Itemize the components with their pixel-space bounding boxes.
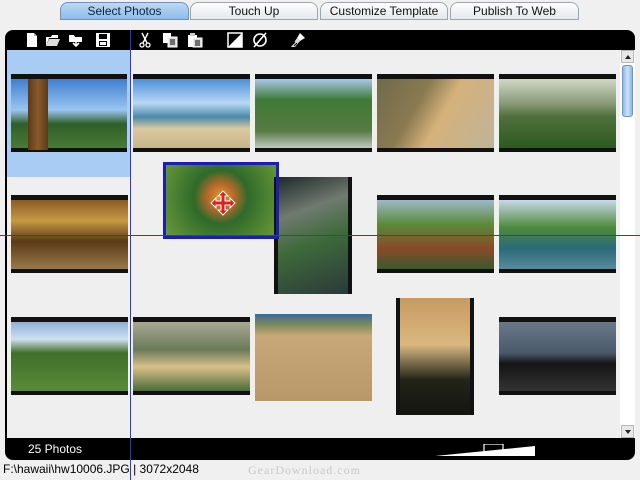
photo-thumbnail[interactable] xyxy=(499,74,616,152)
photo-thumbnail[interactable] xyxy=(11,317,128,395)
tab-publish-to-web[interactable]: Publish To Web xyxy=(450,2,579,20)
zoom-slider[interactable] xyxy=(435,443,535,457)
clear-icon[interactable] xyxy=(252,32,268,48)
move-cursor-icon xyxy=(210,190,236,216)
new-document-icon[interactable] xyxy=(24,32,40,48)
tab-select-photos[interactable]: Select Photos xyxy=(60,2,189,20)
vertical-guide-line xyxy=(130,30,131,480)
photo-thumbnail[interactable] xyxy=(11,195,128,273)
vertical-scrollbar[interactable] xyxy=(620,50,635,438)
bottom-bar: 25 Photos xyxy=(5,439,635,460)
scroll-up-button[interactable] xyxy=(621,50,634,63)
tiki-statue xyxy=(28,79,48,150)
horizontal-guide-line xyxy=(0,235,640,236)
tab-customize-template[interactable]: Customize Template xyxy=(320,2,448,20)
tab-bar: Select Photos Touch Up Customize Templat… xyxy=(0,0,640,22)
contrast-icon[interactable] xyxy=(227,32,243,48)
photo-thumbnail[interactable] xyxy=(133,74,250,152)
photo-thumbnail[interactable] xyxy=(396,298,474,415)
photo-thumbnail[interactable] xyxy=(377,195,494,273)
photo-thumbnail[interactable] xyxy=(499,195,616,273)
toolbar xyxy=(5,30,635,50)
save-icon[interactable] xyxy=(95,32,111,48)
photo-thumbnail[interactable] xyxy=(377,74,494,152)
watermark: GearDownload.com xyxy=(248,463,361,477)
paste-icon[interactable] xyxy=(187,32,203,48)
scroll-thumb[interactable] xyxy=(622,65,633,117)
import-folder-icon[interactable] xyxy=(68,32,84,48)
status-bar: F:\hawaii\hw10006.JPG | 3072x2048 xyxy=(3,462,199,476)
photo-thumbnail[interactable] xyxy=(255,74,372,152)
open-folder-icon[interactable] xyxy=(45,32,61,48)
photo-count: 25 Photos xyxy=(28,442,83,456)
cut-icon[interactable] xyxy=(137,32,153,48)
photo-thumbnail[interactable] xyxy=(133,317,250,395)
file-info: F:\hawaii\hw10006.JPG | 3072x2048 xyxy=(3,462,199,476)
clean-brush-icon[interactable] xyxy=(290,32,306,48)
photo-thumbnail[interactable] xyxy=(255,314,372,401)
copy-icon[interactable] xyxy=(162,32,178,48)
photo-thumbnail[interactable] xyxy=(499,317,616,395)
scroll-down-button[interactable] xyxy=(621,425,634,438)
tab-touch-up[interactable]: Touch Up xyxy=(190,2,318,20)
